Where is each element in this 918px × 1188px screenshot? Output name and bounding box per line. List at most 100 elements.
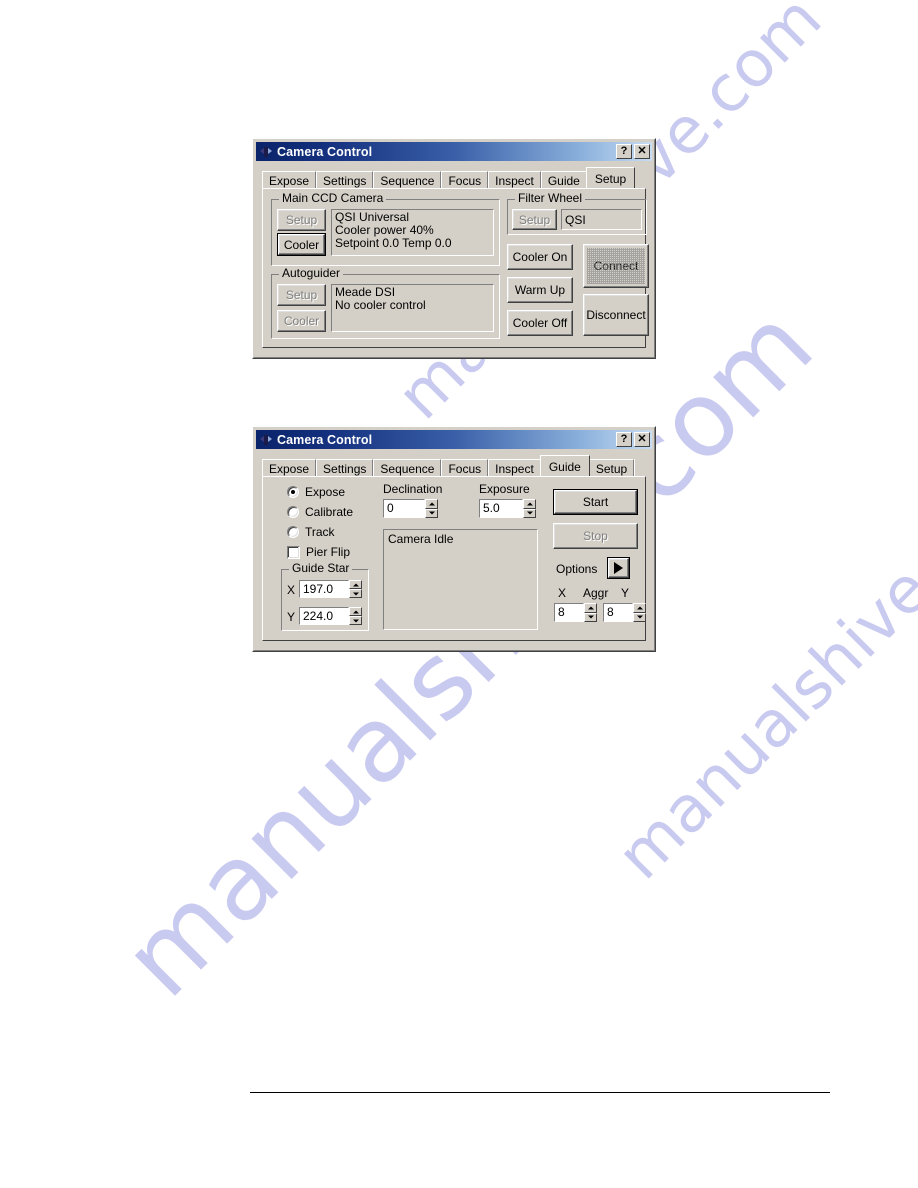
help-button[interactable]: ? bbox=[616, 432, 632, 447]
radio-track[interactable]: Track bbox=[287, 525, 335, 539]
titlebar: Camera Control ? ✕ bbox=[256, 430, 652, 449]
filter-wheel-setup-button[interactable]: Setup bbox=[512, 209, 557, 230]
radio-expose-label: Expose bbox=[305, 485, 346, 499]
autoguider-cooler-button[interactable]: Cooler bbox=[277, 310, 326, 332]
app-icon bbox=[259, 145, 273, 159]
main-ccd-cooler-button[interactable]: Cooler bbox=[277, 233, 326, 256]
options-expand-button[interactable] bbox=[607, 557, 630, 579]
tab-inspect[interactable]: Inspect bbox=[488, 171, 541, 188]
spinner-up-icon[interactable] bbox=[349, 580, 362, 589]
dialog-title: Camera Control bbox=[277, 432, 373, 447]
declination-label: Declination bbox=[383, 482, 443, 496]
arrow-right-icon bbox=[614, 562, 623, 574]
warm-up-button[interactable]: Warm Up bbox=[507, 277, 573, 303]
tab-expose[interactable]: Expose bbox=[262, 171, 317, 188]
options-label: Options bbox=[556, 562, 598, 576]
tab-focus[interactable]: Focus bbox=[441, 171, 489, 188]
spinner-up-icon[interactable] bbox=[425, 499, 438, 509]
tab-settings[interactable]: Settings bbox=[316, 171, 374, 188]
pier-flip-label: Pier Flip bbox=[306, 545, 351, 559]
aggr-y-spinner[interactable] bbox=[633, 603, 646, 622]
declination-input[interactable]: 0 bbox=[383, 499, 425, 518]
dialog-title: Camera Control bbox=[277, 144, 373, 159]
guide-tab-page: Expose Calibrate Track Pier Flip Guide S… bbox=[262, 476, 646, 641]
autoguider-info-line: No cooler control bbox=[335, 298, 426, 312]
tabstrip: Expose Settings Sequence Focus Inspect G… bbox=[262, 455, 652, 476]
exposure-spinner[interactable] bbox=[523, 499, 536, 518]
start-button-label: Start bbox=[554, 490, 637, 514]
tab-sequence[interactable]: Sequence bbox=[373, 459, 442, 476]
tabstrip-endcap bbox=[634, 459, 640, 476]
titlebar: Camera Control ? ✕ bbox=[256, 142, 652, 161]
guide-star-x-input[interactable]: 197.0 bbox=[299, 580, 349, 598]
cooler-off-button[interactable]: Cooler Off bbox=[507, 310, 573, 336]
tab-guide[interactable]: Guide bbox=[540, 171, 587, 188]
spinner-down-icon[interactable] bbox=[523, 508, 536, 518]
footer-rule bbox=[250, 1092, 830, 1093]
tab-expose[interactable]: Expose bbox=[262, 459, 317, 476]
guide-star-x-label: X bbox=[287, 583, 296, 597]
autoguider-info-panel: Meade DSI No cooler control bbox=[331, 284, 494, 332]
main-ccd-setup-button[interactable]: Setup bbox=[277, 209, 326, 231]
titlebar-buttons: ? ✕ bbox=[616, 432, 650, 447]
declination-spinner[interactable] bbox=[425, 499, 438, 518]
spinner-down-icon[interactable] bbox=[349, 616, 362, 625]
aggr-x-spinner[interactable] bbox=[584, 603, 597, 622]
camera-control-dialog-guide: Camera Control ? ✕ Expose Settings Seque… bbox=[252, 426, 656, 652]
cooler-on-button[interactable]: Cooler On bbox=[507, 244, 573, 270]
checkbox-pier-flip[interactable]: Pier Flip bbox=[287, 545, 350, 559]
close-button[interactable]: ✕ bbox=[634, 144, 650, 159]
main-ccd-cooler-button-label: Cooler bbox=[278, 234, 325, 255]
spinner-down-icon[interactable] bbox=[425, 508, 438, 518]
radio-expose-icon bbox=[287, 486, 299, 498]
aggr-x-label: X bbox=[558, 586, 567, 600]
aggr-center-label: Aggr bbox=[583, 586, 609, 600]
aggr-y-input[interactable]: 8 bbox=[603, 603, 633, 622]
connect-button[interactable]: Connect bbox=[583, 244, 649, 288]
main-ccd-info-panel: QSI Universal Cooler power 40% Setpoint … bbox=[331, 209, 494, 256]
exposure-input[interactable]: 5.0 bbox=[479, 499, 523, 518]
guide-star-x-spinner[interactable] bbox=[349, 580, 362, 598]
pier-flip-checkbox-icon bbox=[287, 545, 300, 559]
spinner-down-icon[interactable] bbox=[349, 589, 362, 598]
disconnect-button[interactable]: Disconnect bbox=[583, 294, 649, 336]
spinner-up-icon[interactable] bbox=[349, 607, 362, 616]
camera-status-text: Camera Idle bbox=[388, 532, 454, 546]
aggr-y-label: Y bbox=[621, 586, 630, 600]
spinner-down-icon[interactable] bbox=[584, 612, 597, 622]
autoguider-group-label: Autoguider bbox=[279, 267, 344, 279]
close-button[interactable]: ✕ bbox=[634, 432, 650, 447]
tab-sequence[interactable]: Sequence bbox=[373, 171, 442, 188]
radio-track-label: Track bbox=[305, 525, 335, 539]
aggr-x-input[interactable]: 8 bbox=[554, 603, 584, 622]
tabstrip: Expose Settings Sequence Focus Inspect G… bbox=[262, 167, 652, 188]
autoguider-setup-button[interactable]: Setup bbox=[277, 284, 326, 306]
tab-setup[interactable]: Setup bbox=[588, 459, 635, 476]
setup-tab-page: Main CCD Camera Setup Cooler QSI Univers… bbox=[262, 188, 649, 348]
tab-setup[interactable]: Setup bbox=[585, 167, 636, 188]
radio-expose[interactable]: Expose bbox=[287, 485, 345, 499]
help-button[interactable]: ? bbox=[616, 144, 632, 159]
spinner-up-icon[interactable] bbox=[584, 603, 597, 613]
start-button[interactable]: Start bbox=[553, 489, 638, 515]
spinner-up-icon[interactable] bbox=[633, 603, 646, 613]
guide-star-y-input[interactable]: 224.0 bbox=[299, 607, 349, 625]
tab-inspect[interactable]: Inspect bbox=[488, 459, 541, 476]
spinner-down-icon[interactable] bbox=[633, 612, 646, 622]
filter-wheel-group-label: Filter Wheel bbox=[515, 192, 586, 204]
main-ccd-camera-group-label: Main CCD Camera bbox=[279, 192, 387, 204]
radio-calibrate-icon bbox=[287, 506, 299, 518]
radio-track-icon bbox=[287, 526, 299, 538]
camera-control-dialog-setup: Camera Control ? ✕ Expose Settings Seque… bbox=[252, 138, 656, 359]
spinner-up-icon[interactable] bbox=[523, 499, 536, 509]
tab-guide[interactable]: Guide bbox=[539, 455, 590, 476]
guide-star-y-label: Y bbox=[287, 610, 296, 624]
app-icon bbox=[259, 433, 273, 447]
titlebar-buttons: ? ✕ bbox=[616, 144, 650, 159]
camera-status-panel: Camera Idle bbox=[383, 529, 538, 630]
stop-button[interactable]: Stop bbox=[553, 523, 638, 549]
tab-focus[interactable]: Focus bbox=[441, 459, 489, 476]
tab-settings[interactable]: Settings bbox=[316, 459, 374, 476]
guide-star-y-spinner[interactable] bbox=[349, 607, 362, 625]
radio-calibrate[interactable]: Calibrate bbox=[287, 505, 353, 519]
